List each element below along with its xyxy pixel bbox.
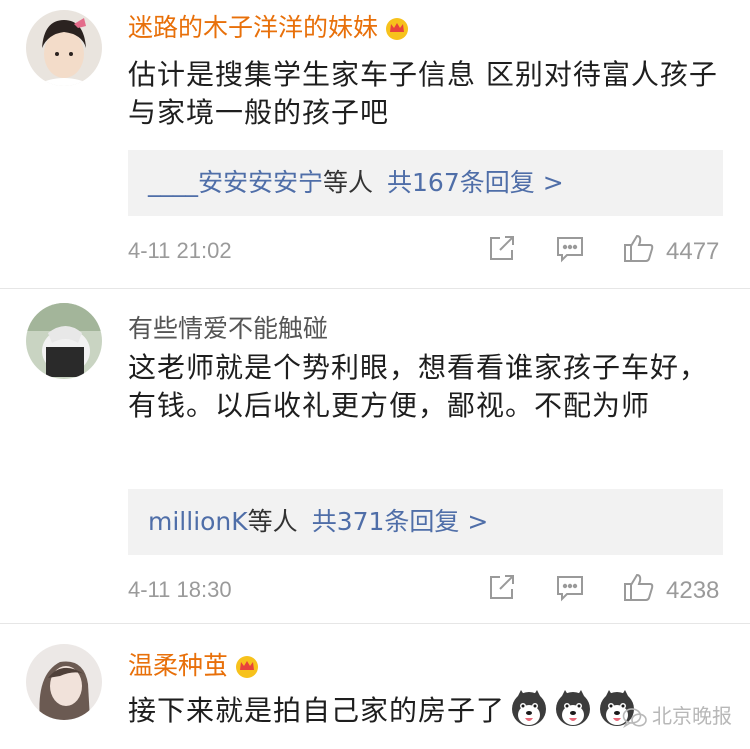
wechat-icon bbox=[622, 708, 647, 729]
timestamp: 4-11 21:02 bbox=[128, 238, 232, 263]
husky-emoji-icon bbox=[512, 690, 547, 726]
comment-meta: 4-11 18:30 4238 bbox=[128, 571, 728, 611]
comment-item: 温柔种茧 接下来就是拍自己家的房子了 bbox=[0, 624, 750, 749]
crown-icon bbox=[386, 18, 409, 40]
share-icon[interactable] bbox=[486, 232, 518, 264]
thumbs-up-icon[interactable] bbox=[622, 571, 656, 603]
comment-meta: 4-11 21:02 4477 bbox=[128, 232, 728, 272]
username-text: 温柔种茧 bbox=[128, 651, 229, 680]
avatar[interactable] bbox=[26, 10, 102, 86]
timestamp: 4-11 18:30 bbox=[128, 577, 232, 602]
comment-text: 估计是搜集学生家车子信息 区别对待富人孩子与家境一般的孩子吧 bbox=[128, 58, 718, 129]
reply-summary[interactable]: ____安安安安宁等人 共167条回复 > bbox=[128, 150, 723, 216]
reply-users: millionK bbox=[148, 507, 248, 536]
username[interactable]: 温柔种茧 bbox=[128, 646, 260, 682]
avatar[interactable] bbox=[26, 644, 102, 720]
like-count: 4238 bbox=[666, 577, 720, 604]
watermark: 北京晚报 bbox=[622, 700, 732, 729]
reply-count: 共371条回复 > bbox=[311, 507, 489, 536]
comment-text-content: 接下来就是拍自己家的房子了 bbox=[128, 694, 506, 727]
reply-count: 共167条回复 > bbox=[387, 168, 564, 197]
reply-summary[interactable]: millionK等人 共371条回复 > bbox=[128, 489, 723, 555]
reply-etc: 等人 bbox=[323, 168, 374, 197]
avatar[interactable] bbox=[26, 303, 102, 379]
username-text: 迷路的木子洋洋的妹妹 bbox=[128, 13, 379, 42]
username[interactable]: 有些情爱不能触碰 bbox=[128, 309, 328, 345]
reply-users: ____安安安安宁 bbox=[148, 168, 324, 197]
comment-item: 有些情爱不能触碰 这老师就是个势利眼，想看看谁家孩子车好，有钱。以后收礼更方便，… bbox=[0, 289, 750, 619]
share-icon[interactable] bbox=[486, 571, 518, 603]
comment-icon[interactable] bbox=[554, 571, 586, 603]
comment-text: 这老师就是个势利眼，想看看谁家孩子车好，有钱。以后收礼更方便，鄙视。不配为师 bbox=[128, 351, 709, 422]
husky-emoji-icon bbox=[556, 690, 591, 726]
comment-item: 迷路的木子洋洋的妹妹 估计是搜集学生家车子信息 区别对待富人孩子与家境一般的孩子… bbox=[0, 0, 750, 285]
comment-icon[interactable] bbox=[554, 232, 586, 264]
username-text: 有些情爱不能触碰 bbox=[128, 314, 329, 343]
thumbs-up-icon[interactable] bbox=[622, 232, 656, 264]
crown-icon bbox=[236, 656, 259, 678]
username[interactable]: 迷路的木子洋洋的妹妹 bbox=[128, 8, 410, 44]
watermark-text: 北京晚报 bbox=[652, 704, 732, 728]
reply-etc: 等人 bbox=[247, 507, 298, 536]
like-count: 4477 bbox=[666, 238, 720, 265]
